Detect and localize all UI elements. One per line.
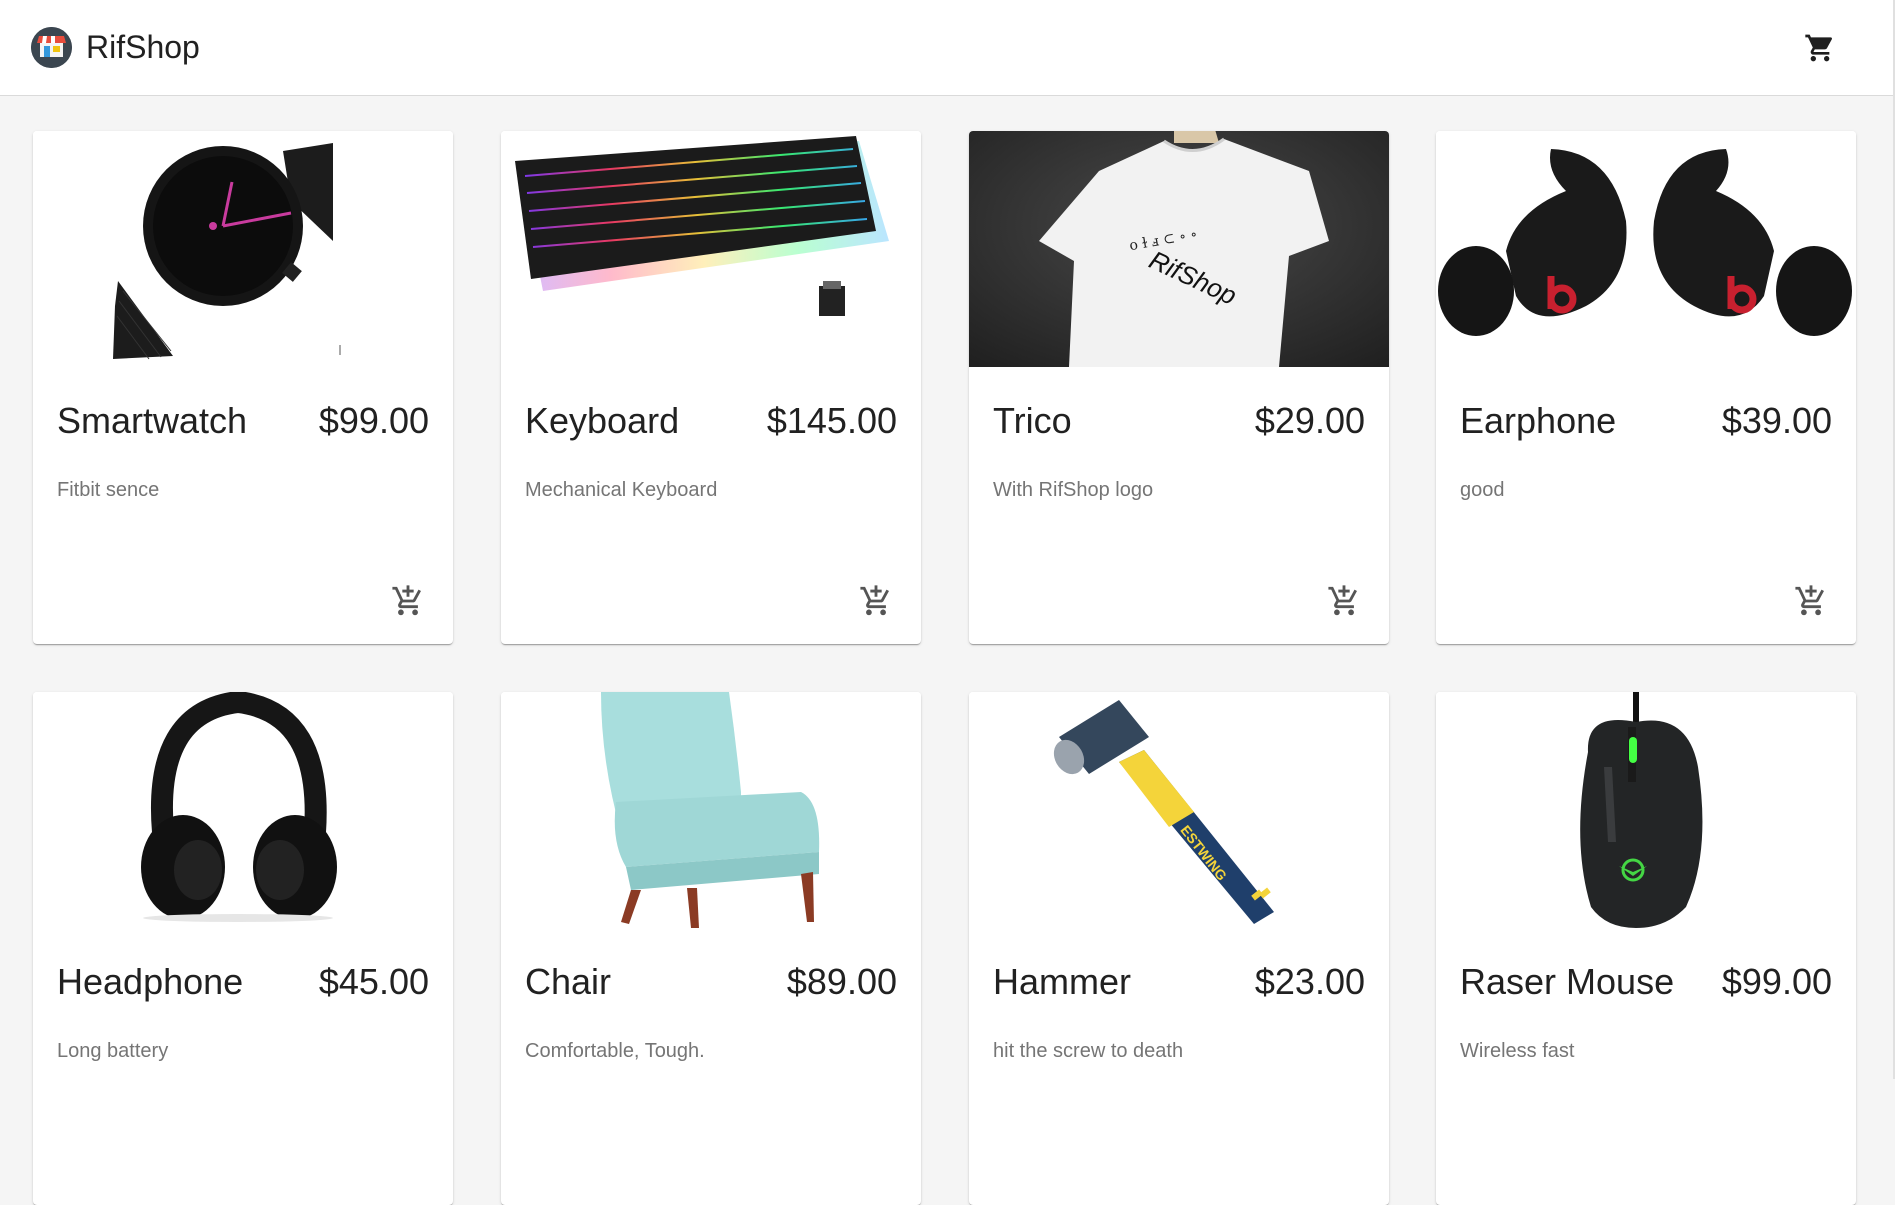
product-description: Wireless fast	[1460, 1040, 1575, 1062]
product-name[interactable]: Keyboard	[525, 399, 679, 443]
tshirt-image[interactable]: RifShop o ɫ ⅎ ⊂ ∘ ∘	[969, 131, 1389, 367]
product-card[interactable]: Raser Mouse $99.00 Wireless fast	[1436, 692, 1856, 1205]
add-shopping-cart-icon	[392, 585, 421, 616]
product-description: Long battery	[57, 1040, 169, 1062]
product-description: good	[1460, 479, 1505, 501]
product-name[interactable]: Earphone	[1460, 399, 1616, 443]
product-price: $99.00	[1721, 961, 1832, 1002]
earphone-image[interactable]	[1436, 131, 1856, 367]
add-to-cart-button[interactable]	[852, 577, 900, 625]
product-price: $145.00	[766, 400, 897, 441]
product-price: $45.00	[318, 961, 429, 1002]
mouse-image[interactable]	[1436, 692, 1856, 928]
product-card[interactable]: Smartwatch $99.00 Fitbit sence	[33, 131, 453, 644]
product-card[interactable]: RifShop o ɫ ⅎ ⊂ ∘ ∘ Trico $29.00 With Ri…	[969, 131, 1389, 644]
smartwatch-image[interactable]	[33, 131, 453, 367]
product-name[interactable]: Trico	[993, 399, 1072, 443]
add-shopping-cart-icon	[1328, 585, 1357, 616]
product-price: $99.00	[318, 400, 429, 441]
product-price: $23.00	[1254, 961, 1365, 1002]
product-description: Fitbit sence	[57, 479, 160, 501]
add-to-cart-button[interactable]	[384, 577, 432, 625]
product-card[interactable]: Keyboard $145.00 Mechanical Keyboard	[501, 131, 921, 644]
add-to-cart-button[interactable]	[1787, 577, 1835, 625]
product-name[interactable]: Chair	[525, 960, 611, 1004]
product-description: With RifShop logo	[993, 479, 1154, 501]
product-name[interactable]: Headphone	[57, 960, 243, 1004]
product-description: hit the screw to death	[993, 1040, 1184, 1062]
keyboard-image[interactable]	[501, 131, 921, 367]
product-price: $29.00	[1254, 400, 1365, 441]
product-card[interactable]: Chair $89.00 Comfortable, Tough.	[501, 692, 921, 1205]
hammer-image[interactable]: ESTWING	[969, 692, 1389, 928]
headphone-image[interactable]	[33, 692, 453, 928]
product-card[interactable]: Headphone $45.00 Long battery	[33, 692, 453, 1205]
product-description: Mechanical Keyboard	[525, 479, 718, 501]
add-to-cart-button[interactable]	[1320, 577, 1368, 625]
product-name[interactable]: Smartwatch	[57, 399, 247, 443]
chair-image[interactable]	[501, 692, 921, 928]
add-shopping-cart-icon	[1795, 585, 1824, 616]
product-price: $89.00	[786, 961, 897, 1002]
product-name[interactable]: Raser Mouse	[1460, 960, 1674, 1004]
product-card[interactable]: Earphone $39.00 good	[1436, 131, 1856, 644]
product-price: $39.00	[1721, 400, 1832, 441]
add-shopping-cart-icon	[860, 585, 889, 616]
product-card[interactable]: ESTWING Hammer $23.00 hit the screw to d…	[969, 692, 1389, 1205]
product-grid: Smartwatch $99.00 Fitbit sence Keyboard …	[0, 0, 1895, 1205]
product-name[interactable]: Hammer	[993, 960, 1131, 1004]
product-description: Comfortable, Tough.	[525, 1040, 705, 1062]
